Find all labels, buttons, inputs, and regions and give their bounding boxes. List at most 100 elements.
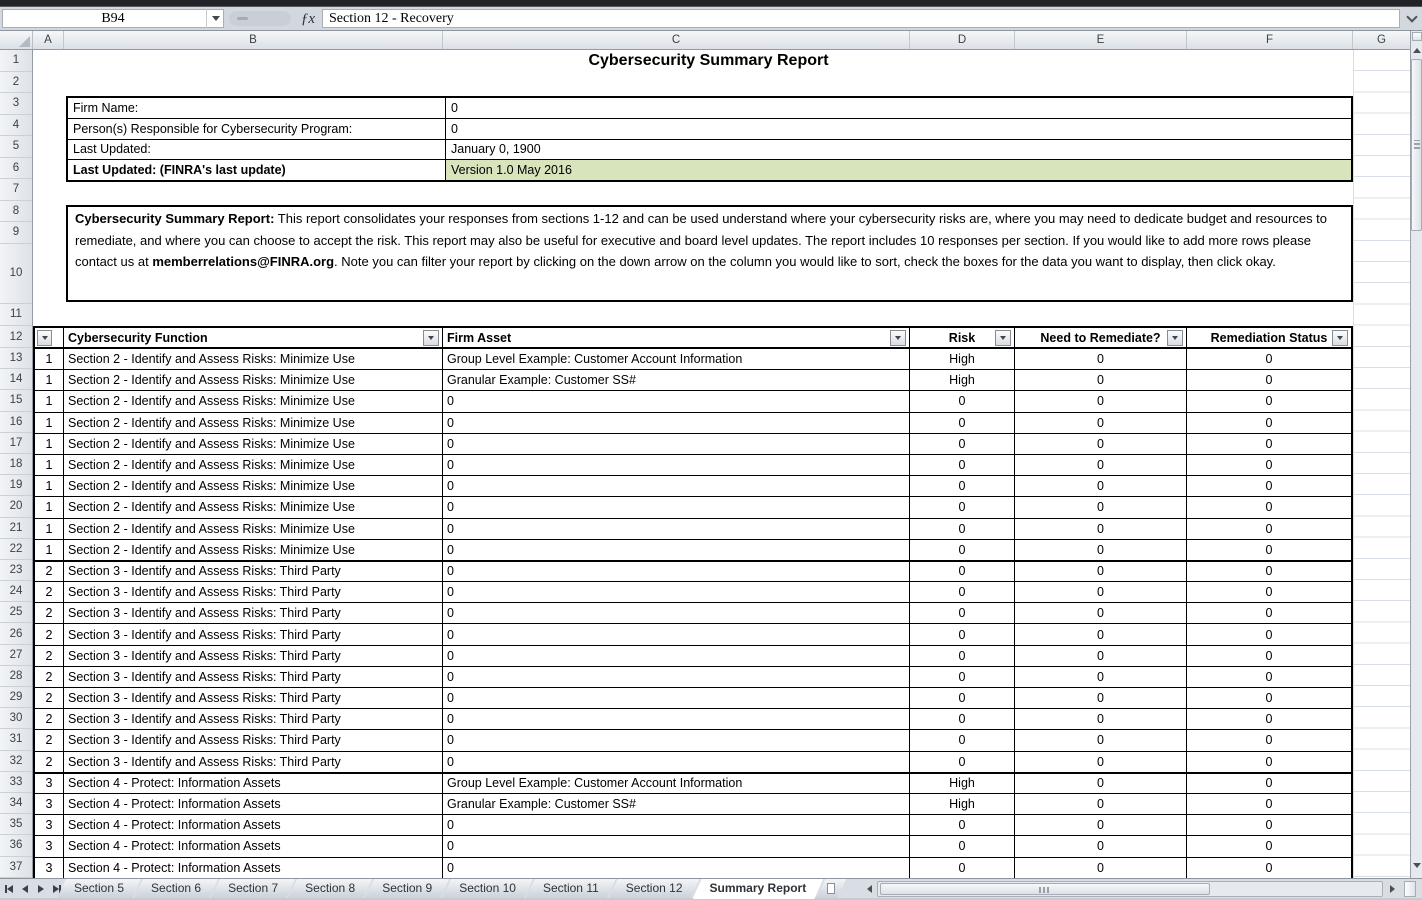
cell-function[interactable]: Section 3 - Identify and Assess Risks: T… xyxy=(64,624,443,644)
horizontal-scroll-thumb[interactable] xyxy=(880,883,1210,895)
cell-risk[interactable]: 0 xyxy=(910,752,1015,772)
row-header[interactable]: 27 xyxy=(0,645,32,666)
cell-remediate[interactable]: 0 xyxy=(1015,624,1187,644)
cell-status[interactable]: 0 xyxy=(1187,582,1351,602)
cell-risk[interactable]: 0 xyxy=(910,519,1015,539)
column-header[interactable]: C xyxy=(443,31,910,49)
scroll-down-button[interactable] xyxy=(1411,858,1422,872)
col-a-filter-button[interactable] xyxy=(37,330,52,346)
row-header[interactable]: 4 xyxy=(0,115,32,137)
cell-asset[interactable]: 0 xyxy=(443,752,910,772)
row-header[interactable]: 26 xyxy=(0,623,32,644)
cell-function[interactable]: Section 2 - Identify and Assess Risks: M… xyxy=(64,497,443,517)
sheet-tab[interactable]: Section 8 xyxy=(288,879,372,898)
scroll-up-button[interactable] xyxy=(1411,43,1422,57)
cell-function[interactable]: Section 3 - Identify and Assess Risks: T… xyxy=(64,603,443,623)
sheet-tab[interactable]: Section 5 xyxy=(57,879,141,898)
cell-index[interactable]: 3 xyxy=(35,836,64,856)
cell-asset[interactable]: 0 xyxy=(443,582,910,602)
column-header[interactable]: G xyxy=(1353,31,1410,49)
cell-function[interactable]: Section 4 - Protect: Information Assets xyxy=(64,836,443,856)
cell-asset[interactable]: 0 xyxy=(443,815,910,835)
cell-risk[interactable]: 0 xyxy=(910,413,1015,433)
row-header[interactable]: 31 xyxy=(0,729,32,750)
cell-function[interactable]: Section 3 - Identify and Assess Risks: T… xyxy=(64,709,443,729)
cell-remediate[interactable]: 0 xyxy=(1015,540,1187,560)
row-header[interactable]: 35 xyxy=(0,814,32,835)
formula-input[interactable]: Section 12 - Recovery xyxy=(322,9,1400,28)
cell-status[interactable]: 0 xyxy=(1187,858,1351,878)
cell-index[interactable]: 2 xyxy=(35,688,64,708)
column-header[interactable]: F xyxy=(1187,31,1353,49)
sheet-tab[interactable]: Section 6 xyxy=(134,879,218,898)
cell-asset[interactable]: 0 xyxy=(443,476,910,496)
cell-risk[interactable]: 0 xyxy=(910,603,1015,623)
cell-remediate[interactable]: 0 xyxy=(1015,815,1187,835)
cell-remediate[interactable]: 0 xyxy=(1015,349,1187,369)
row-header[interactable]: 37 xyxy=(0,857,32,878)
cell-remediate[interactable]: 0 xyxy=(1015,391,1187,411)
cell-status[interactable]: 0 xyxy=(1187,646,1351,666)
cell-status[interactable]: 0 xyxy=(1187,391,1351,411)
cell-index[interactable]: 1 xyxy=(35,497,64,517)
column-header[interactable]: D xyxy=(910,31,1015,49)
cell-risk[interactable]: 0 xyxy=(910,624,1015,644)
row-header[interactable]: 12 xyxy=(0,326,32,348)
cell-risk[interactable]: 0 xyxy=(910,497,1015,517)
row-header[interactable]: 32 xyxy=(0,751,32,772)
cell-status[interactable]: 0 xyxy=(1187,519,1351,539)
cell-index[interactable]: 1 xyxy=(35,540,64,560)
cell-status[interactable]: 0 xyxy=(1187,476,1351,496)
row-header[interactable]: 36 xyxy=(0,835,32,856)
cell-index[interactable]: 3 xyxy=(35,794,64,814)
vertical-scrollbar[interactable] xyxy=(1410,31,1422,878)
cell-function[interactable]: Section 4 - Protect: Information Assets xyxy=(64,815,443,835)
cell-function[interactable]: Section 2 - Identify and Assess Risks: M… xyxy=(64,391,443,411)
cell-function[interactable]: Section 4 - Protect: Information Assets xyxy=(64,774,443,793)
cell-remediate[interactable]: 0 xyxy=(1015,519,1187,539)
cell-index[interactable]: 1 xyxy=(35,476,64,496)
cell-asset[interactable]: Granular Example: Customer SS# xyxy=(443,794,910,814)
cell-asset[interactable]: 0 xyxy=(443,667,910,687)
cell-index[interactable]: 1 xyxy=(35,370,64,390)
cell-remediate[interactable]: 0 xyxy=(1015,455,1187,475)
info-value-cell[interactable]: 0 xyxy=(446,119,1351,139)
cell-remediate[interactable]: 0 xyxy=(1015,794,1187,814)
cell-remediate[interactable]: 0 xyxy=(1015,667,1187,687)
cell-index[interactable]: 2 xyxy=(35,646,64,666)
row-header[interactable]: 24 xyxy=(0,581,32,602)
cell-function[interactable]: Section 4 - Protect: Information Assets xyxy=(64,858,443,878)
cell-remediate[interactable]: 0 xyxy=(1015,476,1187,496)
cell-index[interactable]: 2 xyxy=(35,624,64,644)
cell-function[interactable]: Section 2 - Identify and Assess Risks: M… xyxy=(64,455,443,475)
info-label-cell[interactable]: Firm Name: xyxy=(68,98,446,118)
cell-risk[interactable]: 0 xyxy=(910,455,1015,475)
cell-risk[interactable]: High xyxy=(910,349,1015,369)
cell-asset[interactable]: Group Level Example: Customer Account In… xyxy=(443,774,910,793)
cell-index[interactable]: 2 xyxy=(35,667,64,687)
cell-remediate[interactable]: 0 xyxy=(1015,858,1187,878)
cell-index[interactable]: 1 xyxy=(35,349,64,369)
cell-risk[interactable]: 0 xyxy=(910,709,1015,729)
cell-status[interactable]: 0 xyxy=(1187,370,1351,390)
cell-function[interactable]: Section 3 - Identify and Assess Risks: T… xyxy=(64,582,443,602)
cell-asset[interactable]: 0 xyxy=(443,413,910,433)
cell-status[interactable]: 0 xyxy=(1187,349,1351,369)
row-header[interactable]: 2 xyxy=(0,72,32,94)
cell-asset[interactable]: 0 xyxy=(443,603,910,623)
cell-status[interactable]: 0 xyxy=(1187,709,1351,729)
cell-index[interactable]: 1 xyxy=(35,434,64,454)
table-header-remediate[interactable]: Need to Remediate? xyxy=(1015,328,1187,347)
sheet-tab[interactable]: Section 11 xyxy=(526,879,616,898)
cell-risk[interactable]: 0 xyxy=(910,476,1015,496)
cell-status[interactable]: 0 xyxy=(1187,497,1351,517)
cell-index[interactable]: 2 xyxy=(35,730,64,750)
cell-risk[interactable]: 0 xyxy=(910,667,1015,687)
info-label-cell[interactable]: Person(s) Responsible for Cybersecurity … xyxy=(68,119,446,139)
table-header-index[interactable] xyxy=(35,328,64,347)
sheet-tab[interactable]: Section 10 xyxy=(442,879,533,898)
cell-asset[interactable]: 0 xyxy=(443,858,910,878)
cell-remediate[interactable]: 0 xyxy=(1015,603,1187,623)
cell-remediate[interactable]: 0 xyxy=(1015,497,1187,517)
cell-risk[interactable]: 0 xyxy=(910,836,1015,856)
